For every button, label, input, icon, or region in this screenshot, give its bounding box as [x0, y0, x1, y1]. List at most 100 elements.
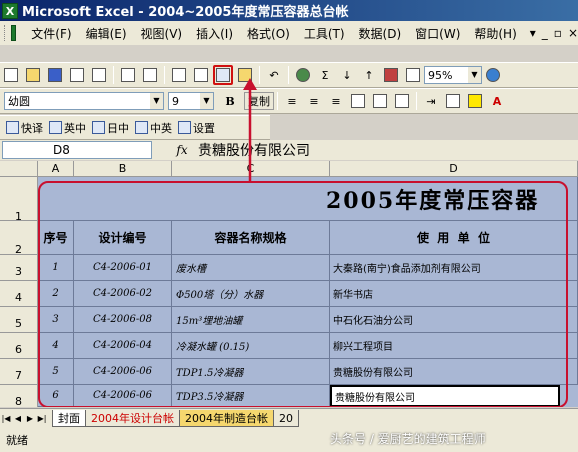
save-icon[interactable] [45, 65, 65, 85]
header-index[interactable]: 序号 [38, 221, 74, 255]
menu-file[interactable]: 文件(F) [24, 25, 78, 42]
table-cell[interactable]: 大秦路(南宁)食品添加剂有限公司 [330, 255, 578, 281]
row-header[interactable]: 7 [0, 359, 38, 385]
prev-sheet-icon[interactable]: ◀ [12, 414, 24, 423]
percent-icon[interactable] [392, 91, 412, 111]
table-cell[interactable]: C4-2006-01 [74, 255, 172, 281]
align-left-icon[interactable]: ≡ [282, 91, 302, 111]
row-header[interactable]: 2 [0, 221, 38, 256]
bold-button[interactable]: B [220, 91, 240, 111]
table-cell[interactable]: 15m³埋地油罐 [172, 307, 330, 333]
close-icon[interactable]: × [568, 26, 578, 40]
name-box[interactable]: D8 [2, 141, 152, 159]
align-center-icon[interactable]: ≡ [304, 91, 324, 111]
menu-tools[interactable]: 工具(T) [297, 25, 352, 42]
table-cell[interactable]: 贵糖股份有限公司 [330, 359, 578, 385]
fill-color-icon[interactable] [465, 91, 485, 111]
menu-format[interactable]: 格式(O) [240, 25, 297, 42]
table-cell[interactable]: TDP1.5冷凝器 [172, 359, 330, 385]
menu-options-icon[interactable]: ▾ [530, 26, 536, 40]
open-icon[interactable] [23, 65, 43, 85]
indent-icon[interactable]: ⇥ [421, 91, 441, 111]
table-cell[interactable]: 3 [38, 307, 74, 333]
zoom-select[interactable]: 95% ▼ [424, 66, 482, 84]
active-cell[interactable]: 贵糖股份有限公司 [330, 385, 560, 407]
drawing-icon[interactable] [403, 65, 423, 85]
column-header[interactable]: A [38, 161, 74, 177]
row-header[interactable]: 1 [0, 177, 38, 223]
english-chinese-button[interactable]: 英中 [49, 120, 86, 136]
align-right-icon[interactable]: ≡ [326, 91, 346, 111]
table-cell[interactable]: 5 [38, 359, 74, 385]
autosum-icon[interactable]: Σ [315, 65, 335, 85]
workbook-icon[interactable] [11, 25, 17, 41]
first-sheet-icon[interactable]: |◀ [0, 414, 12, 423]
hyperlink-icon[interactable] [293, 65, 313, 85]
sort-ascending-icon[interactable]: ↓ [337, 65, 357, 85]
size-select[interactable]: 9 ▼ [168, 92, 214, 110]
menu-edit[interactable]: 编辑(E) [79, 25, 134, 42]
header-vessel-name[interactable]: 容器名称规格 [172, 221, 330, 255]
chart-icon[interactable] [381, 65, 401, 85]
sheet-tab-cover[interactable]: 封面 [52, 410, 86, 427]
row-header[interactable]: 8 [0, 385, 38, 407]
header-user-unit[interactable]: 使 用 单 位 [330, 221, 578, 255]
merge-center-icon[interactable] [348, 91, 368, 111]
chinese-english-button[interactable]: 中英 [135, 120, 172, 136]
table-cell[interactable]: 废水槽 [172, 255, 330, 281]
table-cell[interactable]: 4 [38, 333, 74, 359]
permission-icon[interactable] [67, 65, 87, 85]
next-sheet-icon[interactable]: ▶ [24, 414, 36, 423]
table-cell[interactable]: 2 [38, 281, 74, 307]
table-cell[interactable]: 6 [38, 385, 74, 407]
borders-icon[interactable] [443, 91, 463, 111]
japanese-chinese-button[interactable]: 日中 [92, 120, 129, 136]
row-header[interactable]: 6 [0, 333, 38, 359]
help-icon[interactable] [483, 65, 503, 85]
email-icon[interactable] [89, 65, 109, 85]
table-cell[interactable]: C4-2006-04 [74, 333, 172, 359]
new-icon[interactable] [1, 65, 21, 85]
column-header[interactable]: B [74, 161, 172, 177]
menu-help[interactable]: 帮助(H) [467, 25, 523, 42]
currency-icon[interactable] [370, 91, 390, 111]
font-color-icon[interactable]: A [487, 91, 507, 111]
sheet-tab-manufacture[interactable]: 2004年制造台帐 [179, 410, 274, 427]
table-cell[interactable]: C4-2006-02 [74, 281, 172, 307]
copy-icon[interactable] [213, 65, 233, 85]
fx-icon[interactable]: fx [172, 143, 192, 157]
settings-button[interactable]: 设置 [178, 120, 215, 136]
header-design-no[interactable]: 设计编号 [74, 221, 172, 255]
spelling-icon[interactable] [169, 65, 189, 85]
sheet-tab-more[interactable]: 20 [273, 410, 299, 427]
sheet-tab-design[interactable]: 2004年设计台帐 [85, 410, 180, 427]
table-cell[interactable]: 1 [38, 255, 74, 281]
menu-grip[interactable] [4, 25, 6, 41]
row-header[interactable]: 4 [0, 281, 38, 307]
row-header[interactable]: 5 [0, 307, 38, 333]
table-cell[interactable]: TDP3.5冷凝器 [172, 385, 330, 407]
table-cell[interactable]: 中石化石油分公司 [330, 307, 578, 333]
sheet-title[interactable]: 2005年度常压容器 [38, 177, 578, 221]
table-cell[interactable]: C4-2006-06 [74, 359, 172, 385]
select-all-corner[interactable] [0, 161, 38, 177]
menu-window[interactable]: 窗口(W) [408, 25, 467, 42]
sort-descending-icon[interactable]: ↑ [359, 65, 379, 85]
cut-icon[interactable] [191, 65, 211, 85]
quick-translate-button[interactable]: 快译 [6, 120, 43, 136]
table-cell[interactable]: C4-2006-06 [74, 385, 172, 407]
table-cell[interactable]: 新华书店 [330, 281, 578, 307]
minimize-icon[interactable]: _ [542, 26, 548, 40]
last-sheet-icon[interactable]: ▶| [36, 414, 48, 423]
print-icon[interactable] [118, 65, 138, 85]
column-header[interactable]: D [330, 161, 578, 177]
restore-icon[interactable]: ▫ [554, 26, 562, 40]
font-select[interactable]: 幼圆 ▼ [4, 92, 164, 110]
table-cell[interactable]: C4-2006-08 [74, 307, 172, 333]
row-header[interactable]: 3 [0, 255, 38, 281]
menu-insert[interactable]: 插入(I) [189, 25, 240, 42]
undo-icon[interactable]: ↶ [264, 65, 284, 85]
menu-data[interactable]: 数据(D) [352, 25, 409, 42]
table-cell[interactable]: Φ500塔（分）水器 [172, 281, 330, 307]
table-cell[interactable]: 冷凝水罐 (0.15) [172, 333, 330, 359]
